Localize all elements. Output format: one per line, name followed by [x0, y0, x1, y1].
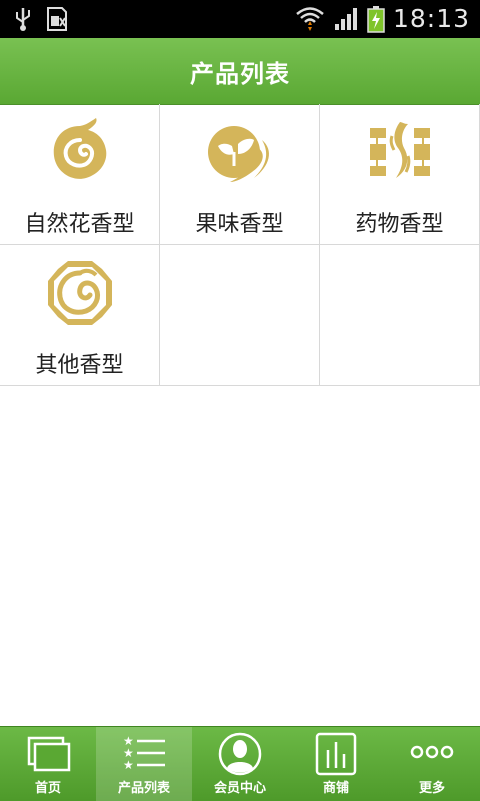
tab-label: 产品列表 [117, 781, 170, 796]
signal-icon [334, 8, 357, 30]
product-label: 果味香型 [195, 212, 284, 237]
leaf-circle-icon [208, 126, 269, 182]
tab-label: 会员中心 [213, 781, 266, 796]
star-list-icon: ★ ★ ★ [123, 734, 165, 772]
home-windows-icon [27, 736, 71, 772]
member-avatar-icon [218, 732, 262, 776]
tab-member-center[interactable]: 会员中心 [192, 727, 288, 801]
clock: 18:13 [392, 4, 470, 33]
more-dots-icon [410, 745, 454, 759]
swirl-flame-icon [53, 118, 107, 179]
empty-cell [160, 245, 320, 386]
tab-shop[interactable]: 商铺 [288, 727, 384, 801]
page-title: 产品列表 [190, 59, 290, 88]
tab-more[interactable]: 更多 [384, 727, 480, 801]
product-label: 药物香型 [355, 212, 444, 237]
bottom-tab-bar: 首页 ★ ★ ★ 产品列表 会员中心 商铺 更多 [0, 726, 480, 801]
tab-label: 更多 [418, 781, 445, 796]
sim-icon [47, 7, 67, 31]
product-grid: 自然花香型 果味香型 药物香型 其他香型 [0, 104, 480, 386]
usb-icon [16, 8, 30, 31]
meander-pattern-icon [370, 122, 430, 178]
product-item-other[interactable]: 其他香型 [0, 245, 160, 386]
tab-label: 商铺 [322, 781, 349, 796]
product-item-medicinal[interactable]: 药物香型 [320, 104, 480, 245]
svg-text:★: ★ [123, 758, 134, 772]
title-bar: 产品列表 [0, 38, 480, 105]
bar-chart-icon [315, 732, 357, 776]
tab-label: 首页 [34, 781, 61, 796]
product-label: 其他香型 [35, 353, 124, 378]
product-item-natural-floral[interactable]: 自然花香型 [0, 104, 160, 245]
tab-product-list[interactable]: ★ ★ ★ 产品列表 [96, 727, 192, 801]
tab-home[interactable]: 首页 [0, 727, 96, 801]
empty-cell [320, 245, 480, 386]
battery-charging-icon [367, 6, 385, 33]
octagon-swirl-icon [48, 261, 112, 325]
product-label: 自然花香型 [24, 212, 135, 237]
status-bar: 18:13 [0, 0, 480, 38]
wifi-icon [296, 7, 324, 31]
product-item-fruity[interactable]: 果味香型 [160, 104, 320, 245]
